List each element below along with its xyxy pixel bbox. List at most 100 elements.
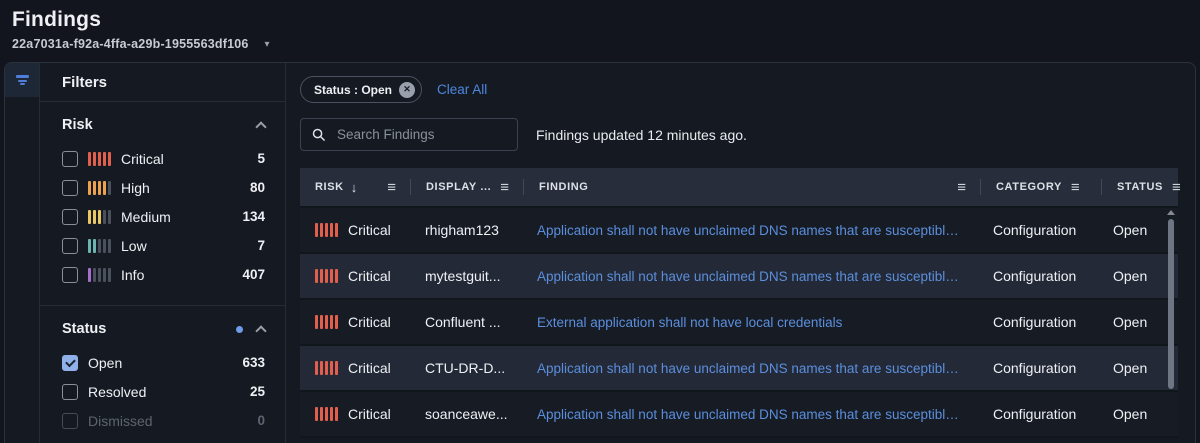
filter-item-info[interactable]: Info 407	[62, 260, 265, 289]
risk-bars-icon	[315, 269, 338, 283]
filter-item-open[interactable]: Open633	[62, 348, 265, 377]
search-findings-box[interactable]	[300, 118, 518, 151]
display-name-cell: mytestguit...	[410, 268, 522, 284]
risk-bars-icon	[315, 223, 338, 237]
table-row[interactable]: Criticalrhigham123Application shall not …	[300, 208, 1178, 254]
filter-rail	[5, 63, 40, 443]
filter-item-label: Critical	[121, 151, 164, 167]
filter-item-count: 407	[242, 267, 265, 282]
chip-remove-icon[interactable]: ✕	[399, 82, 415, 98]
filter-item-label: Info	[121, 267, 144, 283]
column-header-status[interactable]: STATUS ≡	[1102, 168, 1187, 206]
filter-section-header[interactable]: Risk	[62, 114, 265, 136]
filter-item-high[interactable]: High 80	[62, 173, 265, 202]
finding-link[interactable]: External application shall not have loca…	[522, 315, 978, 330]
content-panel: Filters Risk Critical 5 High 80 Medium134Low7…	[4, 62, 1196, 443]
column-label: STATUS	[1117, 181, 1163, 193]
filter-section-header[interactable]: Status	[62, 318, 265, 340]
search-row: Findings updated 12 minutes ago.	[300, 118, 1178, 151]
filter-item-medium[interactable]: Medium134	[62, 202, 265, 231]
checkbox[interactable]	[62, 384, 78, 400]
risk-bars-icon	[88, 268, 111, 282]
scope-id: 22a7031a-f92a-4ffa-a29b-1955563df106	[12, 37, 249, 51]
filters-sidebar: Filters Risk Critical 5 High 80 Medium134Low7…	[40, 63, 286, 443]
finding-link[interactable]: Application shall not have unclaimed DNS…	[522, 223, 978, 238]
category-cell: Configuration	[978, 268, 1098, 284]
column-header-risk[interactable]: RISK↓≡	[300, 168, 410, 206]
risk-cell: Critical	[300, 222, 410, 238]
search-input[interactable]	[335, 126, 507, 143]
column-label: CATEGORY	[996, 181, 1062, 193]
column-header-category[interactable]: CATEGORY ≡	[981, 168, 1101, 206]
page-title: Findings	[12, 8, 1200, 32]
risk-label: Critical	[348, 360, 391, 376]
checkbox[interactable]	[62, 180, 78, 196]
risk-cell: Critical	[300, 268, 410, 284]
column-header-finding[interactable]: FINDING ≡	[524, 168, 980, 206]
checkbox	[62, 413, 78, 429]
column-header-display[interactable]: DISPLAY ... ≡	[411, 168, 523, 206]
scroll-up-icon[interactable]	[1167, 210, 1175, 215]
chevron-down-icon[interactable]: ▾	[265, 39, 270, 50]
category-cell: Configuration	[978, 360, 1098, 376]
filter-icon	[16, 74, 29, 87]
filter-item-count: 5	[257, 151, 265, 166]
finding-link[interactable]: Application shall not have unclaimed DNS…	[522, 361, 978, 376]
display-name-cell: soanceawe...	[410, 406, 522, 422]
filter-item-label: High	[121, 180, 150, 196]
main-area: Status : Open ✕ Clear All Findings updat…	[286, 63, 1195, 443]
column-menu-icon[interactable]: ≡	[500, 179, 509, 196]
sort-desc-icon[interactable]: ↓	[351, 180, 358, 195]
checkbox[interactable]	[62, 267, 78, 283]
column-label: FINDING	[539, 181, 588, 193]
clear-all-link[interactable]: Clear All	[437, 82, 487, 97]
filter-item-count: 80	[250, 180, 265, 195]
column-menu-icon[interactable]: ≡	[1071, 179, 1080, 196]
risk-cell: Critical	[300, 360, 410, 376]
risk-bars-icon	[315, 407, 338, 421]
risk-bars-icon	[88, 181, 111, 195]
risk-label: Critical	[348, 268, 391, 284]
filter-item-count: 7	[257, 238, 265, 253]
category-cell: Configuration	[978, 314, 1098, 330]
search-icon	[311, 127, 326, 142]
table-row[interactable]: Critical CTU-DR-D...Application shall not…	[300, 346, 1178, 392]
filter-section-risk: Risk Critical 5 High 80 Medium134Low7 Info 407	[40, 102, 285, 305]
filter-item-resolved[interactable]: Resolved25	[62, 377, 265, 406]
findings-page: Findings 22a7031a-f92a-4ffa-a29b-1955563…	[0, 0, 1200, 443]
filter-item-critical[interactable]: Critical 5	[62, 144, 265, 173]
column-menu-icon[interactable]: ≡	[957, 179, 966, 196]
table-scrollbar[interactable]	[1167, 210, 1175, 389]
checkbox[interactable]	[62, 209, 78, 225]
table-row[interactable]: Critical soanceawe...Application shall no…	[300, 392, 1178, 438]
checkbox[interactable]	[62, 151, 78, 167]
column-label: DISPLAY ...	[426, 181, 491, 193]
findings-table: RISK↓≡DISPLAY ...≡FINDING≡CATEGORY≡STATU…	[300, 168, 1178, 438]
table-row[interactable]: CriticalConfluent ...External applicatio…	[300, 300, 1178, 346]
scrollbar-thumb[interactable]	[1168, 219, 1174, 389]
column-menu-icon[interactable]: ≡	[1172, 179, 1181, 196]
filter-item-low[interactable]: Low7	[62, 231, 265, 260]
display-name-cell: CTU-DR-D...	[410, 360, 522, 376]
category-cell: Configuration	[978, 406, 1098, 422]
risk-label: Critical	[348, 406, 391, 422]
table-row[interactable]: Critical mytestguit...Application shall n…	[300, 254, 1178, 300]
table-header-row: RISK↓≡DISPLAY ...≡FINDING≡CATEGORY≡STATU…	[300, 168, 1178, 208]
finding-link[interactable]: Application shall not have unclaimed DNS…	[522, 407, 978, 422]
checkbox[interactable]	[62, 355, 78, 371]
chevron-up-icon[interactable]	[255, 121, 266, 132]
filter-item-count: 25	[250, 384, 265, 399]
filter-item-count: 0	[257, 413, 265, 428]
finding-link[interactable]: Application shall not have unclaimed DNS…	[522, 269, 978, 284]
active-filter-dot	[236, 326, 243, 333]
risk-label: Critical	[348, 222, 391, 238]
filter-section-name: Status	[62, 321, 106, 337]
chevron-up-icon[interactable]	[255, 325, 266, 336]
filter-chip-status-open[interactable]: Status : Open ✕	[300, 76, 422, 103]
filters-title: Filters	[40, 63, 285, 102]
checkbox[interactable]	[62, 238, 78, 254]
filter-toggle-button[interactable]	[5, 63, 39, 97]
column-menu-icon[interactable]: ≡	[387, 179, 396, 196]
filter-item-label: Open	[88, 355, 122, 371]
scope-selector[interactable]: 22a7031a-f92a-4ffa-a29b-1955563df106 ▾	[12, 37, 1200, 51]
